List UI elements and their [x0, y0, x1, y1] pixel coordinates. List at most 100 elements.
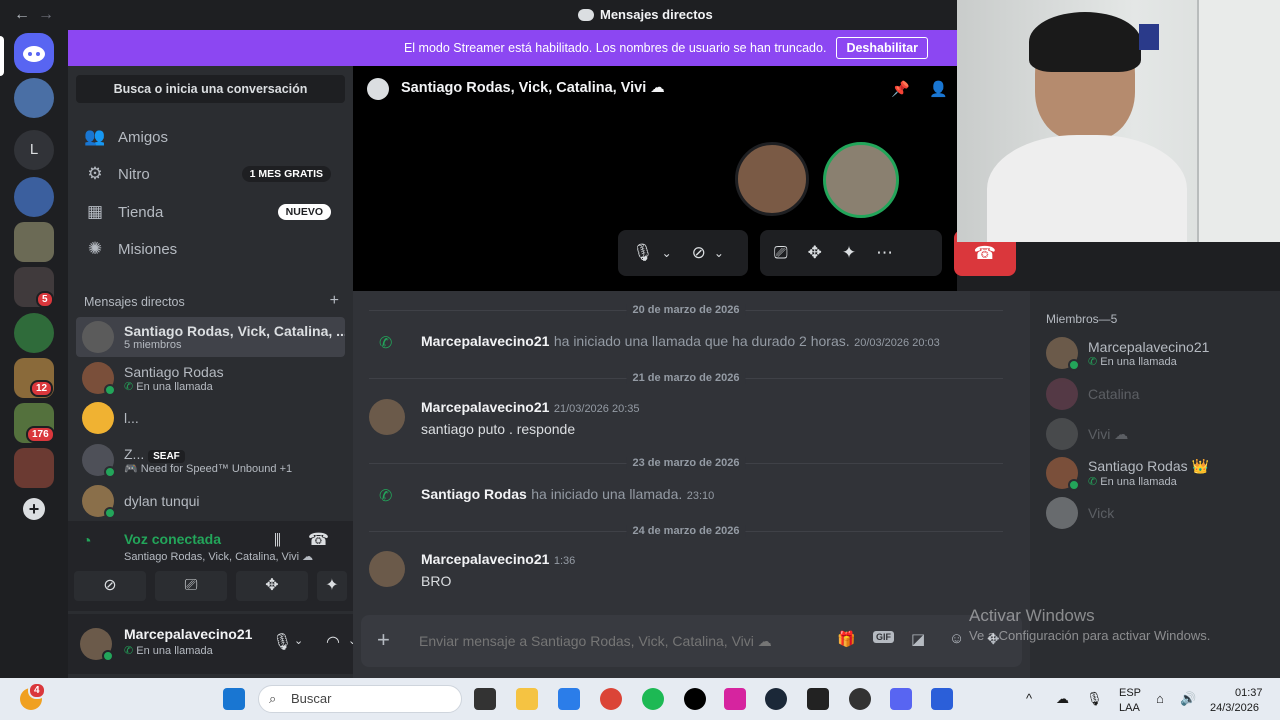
gift-icon[interactable]: 🎁 — [837, 630, 856, 648]
server-icon-5[interactable] — [14, 313, 54, 353]
author-name[interactable]: Santiago Rodas — [421, 486, 527, 502]
member-item[interactable]: Marcepalavecino21 ✆ En una llamada — [1046, 337, 1209, 371]
message-avatar[interactable] — [369, 551, 405, 587]
sticker-icon[interactable]: ◪ — [911, 630, 925, 648]
headphones-icon[interactable]: ◠ — [326, 632, 340, 652]
member-item[interactable]: Santiago Rodas 👑 ✆ En una llamada — [1046, 457, 1209, 491]
instagram-icon[interactable] — [724, 688, 746, 710]
share-screen-button[interactable]: ⎚ — [155, 571, 227, 601]
task-view-icon[interactable] — [474, 688, 496, 710]
author-name[interactable]: Marcepalavecino21 — [421, 399, 549, 415]
system-text: ha iniciado una llamada. — [531, 486, 683, 502]
store-icon[interactable] — [558, 688, 580, 710]
forward-arrow-icon[interactable]: → — [38, 6, 54, 24]
nav-friends[interactable]: 👥 Amigos — [76, 119, 345, 155]
app-icon[interactable] — [849, 688, 871, 710]
dm-item-group[interactable]: Santiago Rodas, Vick, Catalina, ... 5 mi… — [76, 317, 345, 357]
username[interactable]: Marcepalavecino21 — [124, 626, 252, 642]
message-composer: + 🎁 GIF ◪ ☺ ✥ — [361, 615, 1022, 667]
volume-icon[interactable]: 🔊 — [1180, 691, 1196, 707]
find-conversation-button[interactable]: Busca o inicia una conversación — [76, 75, 345, 103]
participant-avatar-speaking[interactable] — [823, 142, 899, 218]
gif-picker-button[interactable]: GIF — [873, 631, 894, 643]
back-arrow-icon[interactable]: ← — [14, 6, 30, 24]
activities-button[interactable]: ✥ — [236, 571, 308, 601]
pin-icon[interactable]: 📌 — [891, 80, 910, 98]
dm-item-santiago[interactable]: Santiago Rodas ✆ En una llamada — [76, 358, 345, 398]
member-item[interactable]: Catalina — [1046, 378, 1139, 410]
noise-suppression-icon[interactable]: ⫼ — [274, 532, 281, 549]
tiktok-icon[interactable] — [684, 688, 706, 710]
emoji-icon[interactable]: ☺ — [949, 630, 964, 647]
create-dm-icon[interactable]: + — [330, 293, 339, 309]
microphone-icon[interactable]: 🎙 — [632, 243, 654, 263]
add-server-button[interactable]: + — [23, 498, 45, 520]
chrome-icon[interactable] — [600, 688, 622, 710]
message-text: santiago puto . responde — [421, 421, 576, 437]
dm-item-l[interactable]: l... — [76, 398, 345, 438]
author-name[interactable]: Marcepalavecino21 — [421, 333, 549, 349]
dm-sub: En una llamada — [136, 380, 213, 393]
network-icon[interactable]: ⌂ — [1156, 691, 1164, 706]
avatar — [82, 362, 116, 396]
roblox-icon[interactable] — [931, 688, 953, 710]
timestamp: 1:36 — [553, 555, 576, 567]
camera-off-icon[interactable]: ⊘ — [692, 243, 706, 263]
microphone-icon[interactable]: 🎙 — [272, 632, 292, 652]
activities-icon[interactable]: ✥ — [808, 243, 822, 263]
clock-time[interactable]: 01:37 — [1235, 687, 1263, 699]
message-input[interactable] — [419, 628, 779, 654]
server-icon-l[interactable]: L — [14, 130, 54, 170]
more-options-icon[interactable]: ⋯ — [876, 243, 893, 263]
chevron-down-icon[interactable]: ⌄ — [294, 634, 303, 647]
apps-icon[interactable]: ✥ — [987, 630, 1000, 648]
chevron-down-icon[interactable]: ⌄ — [662, 246, 672, 260]
server-icon-8[interactable] — [14, 448, 54, 488]
message-avatar[interactable] — [369, 399, 405, 435]
dm-item-dylan[interactable]: dylan tunqui — [76, 481, 345, 521]
nav-shop[interactable]: ▦ Tienda NUEVO — [76, 194, 345, 230]
disable-streamer-button[interactable]: Deshabilitar — [836, 37, 928, 59]
call-action-controls: ⎚ ✥ ✦ ⋯ — [760, 230, 942, 276]
start-button-icon[interactable] — [223, 688, 245, 710]
microphone-tray-icon[interactable]: 🎙 — [1086, 691, 1103, 707]
user-avatar[interactable] — [80, 628, 114, 662]
member-item[interactable]: Vick — [1046, 497, 1114, 529]
disconnect-icon[interactable]: ☎ — [308, 530, 329, 550]
member-item[interactable]: Vivi ☁ — [1046, 418, 1128, 450]
nav-quests[interactable]: ✺ Misiones — [76, 231, 345, 267]
nav-label: Amigos — [118, 128, 169, 146]
taskbar-search[interactable]: ⌕ Buscar — [258, 685, 462, 713]
dm-name: l... — [124, 410, 139, 426]
server-icon-2[interactable] — [14, 177, 54, 217]
camera-off-button[interactable]: ⊘ — [74, 571, 146, 601]
add-attachment-icon[interactable]: + — [377, 627, 390, 653]
phone-call-icon: ✆ — [379, 335, 393, 352]
cloud-icon[interactable]: ☁ — [1056, 691, 1069, 707]
author-name[interactable]: Marcepalavecino21 — [421, 551, 549, 567]
add-friends-icon[interactable]: 👤 — [929, 80, 948, 98]
voice-status[interactable]: Voz conectada — [124, 531, 221, 547]
participant-avatar[interactable] — [735, 142, 809, 216]
nav-nitro[interactable]: ⚙ Nitro 1 MES GRATIS — [76, 156, 345, 192]
keyboard-layout[interactable]: LAA — [1119, 702, 1140, 714]
epic-games-icon[interactable] — [807, 688, 829, 710]
server-icon-3[interactable] — [14, 222, 54, 262]
language-code[interactable]: ESP — [1119, 687, 1141, 699]
chevron-down-icon[interactable]: ⌄ — [714, 246, 724, 260]
home-dm-button[interactable] — [14, 33, 54, 73]
dm-item-z[interactable]: Z... SEAF 🎮 Need for Speed™ Unbound +1 — [76, 440, 345, 480]
clock-date[interactable]: 24/3/2026 — [1210, 702, 1259, 714]
person-hair — [1029, 12, 1141, 72]
discord-taskbar-icon[interactable] — [890, 688, 912, 710]
voice-channel-name[interactable]: Santiago Rodas, Vick, Catalina, Vivi ☁ — [124, 550, 313, 563]
soundboard-icon[interactable]: ✦ — [842, 243, 856, 263]
avatar — [1046, 337, 1080, 371]
spotify-icon[interactable] — [642, 688, 664, 710]
file-explorer-icon[interactable] — [516, 688, 538, 710]
server-icon-1[interactable] — [14, 78, 54, 118]
soundboard-button[interactable]: ✦ — [317, 571, 347, 601]
chevron-up-icon[interactable]: ^ — [1026, 691, 1032, 706]
steam-icon[interactable] — [765, 688, 787, 710]
screen-share-icon[interactable]: ⎚ — [774, 243, 788, 263]
